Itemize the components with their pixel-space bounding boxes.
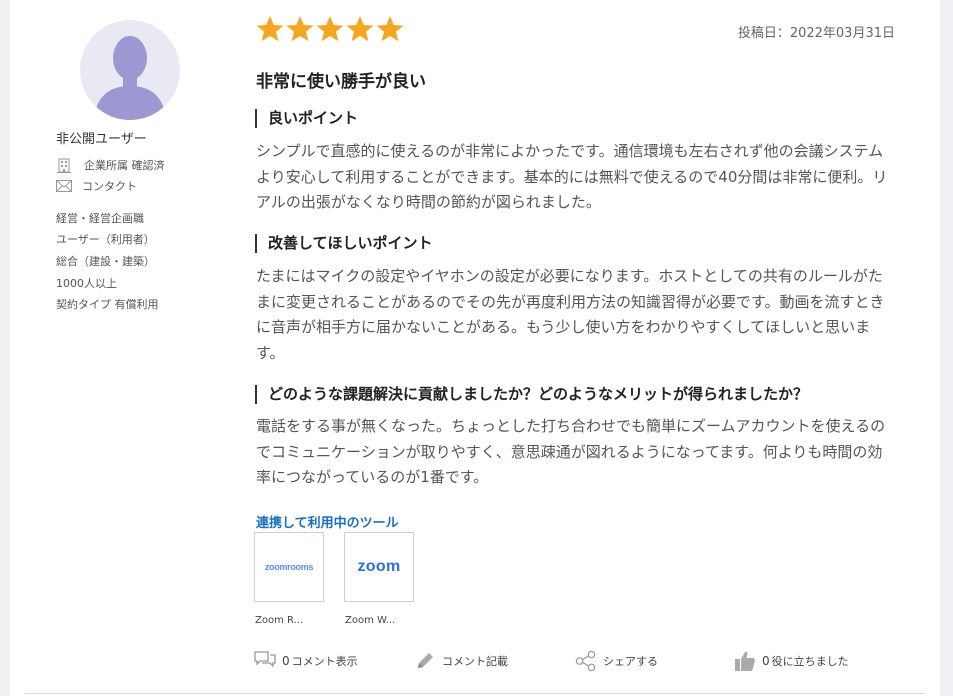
contact-link[interactable]: コンタクト [56,178,137,194]
building-icon [56,158,72,173]
company-verified-row: 企業所属 確認済 [56,157,165,173]
contact-label[interactable]: コンタクト [82,178,137,194]
share-icon [575,650,597,672]
helpful-count: 0 [762,654,770,668]
company-verified-label: 企業所属 確認済 [84,159,165,172]
post-date: 投稿日：2022年03月31日 [737,26,895,41]
thumbs-up-icon [734,650,756,672]
user-silhouette-icon [94,36,166,120]
helpful-label: 役に立ちました [771,655,849,668]
section-body-good-points: シンプルで直感的に使えるのが非常によかったです。通信環境も左右されず他の会議シス… [256,142,888,211]
show-comments-label: コメント表示 [291,655,358,668]
star-icon [256,16,284,42]
section-heading-improvements: 改善してほしいポイント [255,234,433,253]
star-icon [376,16,404,42]
envelope-icon [56,179,72,193]
review-title: 非常に使い勝手が良い [256,72,426,92]
write-comment-label: コメント記載 [442,655,508,668]
helpful-button[interactable]: 0 役に立ちました [734,650,849,672]
share-label: シェアする [603,655,658,668]
speech-bubbles-icon [254,650,276,672]
section-body-benefits: 電話をする事が無くなった。ちょっとした打ち合わせでも簡単にズームアカウントを使え… [256,417,886,486]
pencil-icon [414,650,436,672]
show-comments-button[interactable]: 0 コメント表示 [254,650,358,672]
page-background [940,0,953,696]
share-button[interactable]: シェアする [575,650,658,672]
profile-company-size: 1000人以上 [56,277,117,290]
profile-role: ユーザー（利用者） [56,233,155,246]
section-heading-benefits: どのような課題解決に貢献しましたか？どのようなメリットが得られましたか？ [255,385,808,404]
zoom-logo: zoom [357,558,401,575]
profile-contract-type: 契約タイプ 有償利用 [56,298,159,311]
tool-label-zoom[interactable]: Zoom W... [345,615,395,626]
avatar [80,20,180,120]
divider [25,693,925,694]
reviewer-name: 非公開ユーザー [56,132,147,147]
zoom-rooms-logo: zoomrooms [264,562,314,572]
star-icon [316,16,344,42]
star-icon [286,16,314,42]
tool-thumb-zoom[interactable]: zoom [344,532,414,602]
tool-label-zoom-rooms[interactable]: Zoom R... [255,615,303,626]
tool-thumb-zoom-rooms[interactable]: zoomrooms [254,532,324,602]
section-heading-good-points: 良いポイント [255,109,358,128]
profile-job: 経営・経営企画職 [56,212,144,225]
comment-count: 0 [282,654,290,668]
section-body-improvements: たまにはマイクの設定やイヤホンの設定が必要になります。ホストとしての共有のルール… [256,267,885,362]
profile-industry: 総合（建設・建築） [56,255,155,268]
tools-title: 連携して利用中のツール [256,516,399,531]
star-icon [346,16,374,42]
write-comment-button[interactable]: コメント記載 [414,650,508,672]
star-rating [255,14,405,44]
